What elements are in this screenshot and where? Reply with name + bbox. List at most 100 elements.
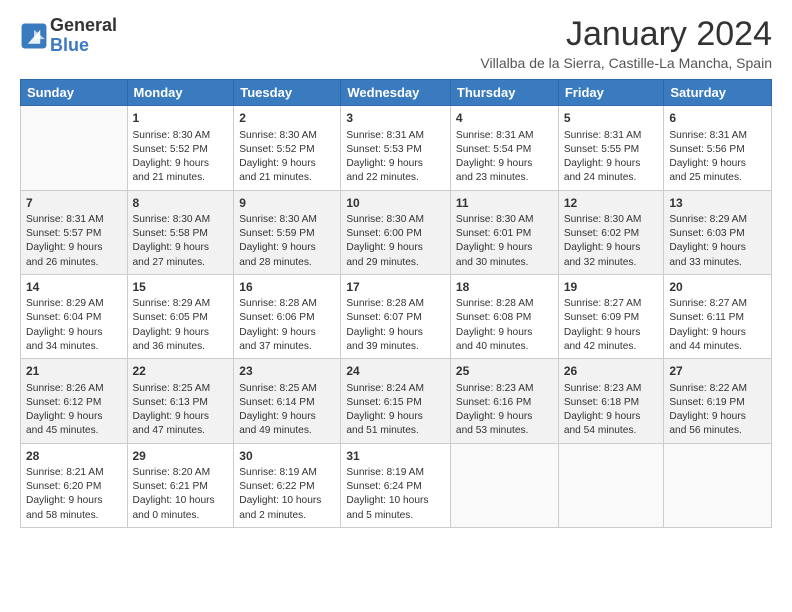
day-number: 12	[564, 195, 659, 211]
calendar-cell: 25 Sunrise: 8:23 AMSunset: 6:16 PMDayligh…	[450, 359, 558, 443]
calendar-cell: 20 Sunrise: 8:27 AMSunset: 6:11 PMDayligh…	[664, 275, 772, 359]
calendar-cell: 10 Sunrise: 8:30 AMSunset: 6:00 PMDayligh…	[341, 190, 451, 274]
day-info: Sunrise: 8:28 AMSunset: 6:07 PMDaylight:…	[346, 297, 445, 354]
day-number: 27	[669, 363, 766, 379]
day-number: 2	[239, 110, 335, 126]
day-info: Sunrise: 8:30 AMSunset: 5:59 PMDaylight:…	[239, 213, 335, 270]
calendar-week-row: 21 Sunrise: 8:26 AMSunset: 6:12 PMDayligh…	[21, 359, 772, 443]
day-info: Sunrise: 8:24 AMSunset: 6:15 PMDaylight:…	[346, 382, 445, 439]
weekday-header-friday: Friday	[558, 80, 664, 106]
calendar-cell: 8Sunrise: 8:30 AMSunset: 5:58 PMDaylight…	[127, 190, 234, 274]
calendar-week-row: 7 Sunrise: 8:31 AMSunset: 5:57 PMDaylight…	[21, 190, 772, 274]
calendar-cell: 1 Sunrise: 8:30 AMSunset: 5:52 PMDaylight…	[127, 106, 234, 190]
day-info: Sunrise: 8:25 AMSunset: 6:14 PMDaylight:…	[239, 382, 335, 439]
day-info: Sunrise: 8:30 AMSunset: 5:52 PMDaylight:…	[133, 129, 229, 186]
day-number: 10	[346, 195, 445, 211]
day-number: 4	[456, 110, 553, 126]
calendar-cell: 26 Sunrise: 8:23 AMSunset: 6:18 PMDayligh…	[558, 359, 664, 443]
title-block: January 2024 Villalba de la Sierra, Cast…	[480, 16, 772, 71]
day-number: 16	[239, 279, 335, 295]
day-number: 7	[26, 195, 122, 211]
day-info: Sunrise: 8:30 AMSunset: 5:52 PMDaylight:…	[239, 129, 335, 186]
day-number: 23	[239, 363, 335, 379]
day-number: 11	[456, 195, 553, 211]
calendar-cell: 2 Sunrise: 8:30 AMSunset: 5:52 PMDaylight…	[234, 106, 341, 190]
day-number: 26	[564, 363, 659, 379]
day-info: Sunrise: 8:21 AMSunset: 6:20 PMDaylight:…	[26, 466, 122, 523]
calendar-cell: 7 Sunrise: 8:31 AMSunset: 5:57 PMDaylight…	[21, 190, 128, 274]
day-info: Sunrise: 8:20 AMSunset: 6:21 PMDaylight:…	[133, 466, 229, 523]
day-number: 1	[133, 110, 229, 126]
day-number: 22	[133, 363, 229, 379]
day-info: Sunrise: 8:19 AMSunset: 6:22 PMDaylight:…	[239, 466, 335, 523]
header: General Blue January 2024 Villalba de la…	[20, 16, 772, 71]
day-info: Sunrise: 8:31 AMSunset: 5:54 PMDaylight:…	[456, 129, 553, 186]
day-info: Sunrise: 8:19 AMSunset: 6:24 PMDaylight:…	[346, 466, 445, 523]
logo: General Blue	[20, 16, 117, 56]
calendar-week-row: 14Sunrise: 8:29 AMSunset: 6:04 PMDayligh…	[21, 275, 772, 359]
day-number: 8	[133, 195, 229, 211]
calendar-cell: 4 Sunrise: 8:31 AMSunset: 5:54 PMDaylight…	[450, 106, 558, 190]
calendar-cell: 27 Sunrise: 8:22 AMSunset: 6:19 PMDayligh…	[664, 359, 772, 443]
calendar-cell: 29 Sunrise: 8:20 AMSunset: 6:21 PMDayligh…	[127, 443, 234, 527]
day-number: 29	[133, 448, 229, 464]
day-info: Sunrise: 8:31 AMSunset: 5:57 PMDaylight:…	[26, 213, 122, 270]
day-number: 6	[669, 110, 766, 126]
weekday-header-wednesday: Wednesday	[341, 80, 451, 106]
day-number: 13	[669, 195, 766, 211]
calendar-cell: 6 Sunrise: 8:31 AMSunset: 5:56 PMDaylight…	[664, 106, 772, 190]
day-info: Sunrise: 8:28 AMSunset: 6:08 PMDaylight:…	[456, 297, 553, 354]
day-info: Sunrise: 8:29 AMSunset: 6:03 PMDaylight:…	[669, 213, 766, 270]
calendar-cell: 11Sunrise: 8:30 AMSunset: 6:01 PMDayligh…	[450, 190, 558, 274]
calendar-cell: 16 Sunrise: 8:28 AMSunset: 6:06 PMDayligh…	[234, 275, 341, 359]
day-number: 31	[346, 448, 445, 464]
page: General Blue January 2024 Villalba de la…	[0, 0, 792, 548]
calendar-cell	[558, 443, 664, 527]
calendar-cell	[664, 443, 772, 527]
calendar-cell: 19Sunrise: 8:27 AMSunset: 6:09 PMDayligh…	[558, 275, 664, 359]
weekday-header-monday: Monday	[127, 80, 234, 106]
calendar-cell: 24 Sunrise: 8:24 AMSunset: 6:15 PMDayligh…	[341, 359, 451, 443]
day-info: Sunrise: 8:29 AMSunset: 6:04 PMDaylight:…	[26, 297, 122, 354]
calendar-cell: 9 Sunrise: 8:30 AMSunset: 5:59 PMDaylight…	[234, 190, 341, 274]
calendar-cell: 22 Sunrise: 8:25 AMSunset: 6:13 PMDayligh…	[127, 359, 234, 443]
weekday-header-tuesday: Tuesday	[234, 80, 341, 106]
calendar-cell: 12 Sunrise: 8:30 AMSunset: 6:02 PMDayligh…	[558, 190, 664, 274]
day-info: Sunrise: 8:26 AMSunset: 6:12 PMDaylight:…	[26, 382, 122, 439]
calendar: SundayMondayTuesdayWednesdayThursdayFrid…	[20, 79, 772, 528]
day-info: Sunrise: 8:25 AMSunset: 6:13 PMDaylight:…	[133, 382, 229, 439]
calendar-cell: 23 Sunrise: 8:25 AMSunset: 6:14 PMDayligh…	[234, 359, 341, 443]
logo-text: General Blue	[50, 16, 117, 56]
month-title: January 2024	[480, 16, 772, 53]
calendar-week-row: 1 Sunrise: 8:30 AMSunset: 5:52 PMDaylight…	[21, 106, 772, 190]
calendar-cell: 14Sunrise: 8:29 AMSunset: 6:04 PMDayligh…	[21, 275, 128, 359]
day-number: 28	[26, 448, 122, 464]
day-number: 24	[346, 363, 445, 379]
calendar-week-row: 28 Sunrise: 8:21 AMSunset: 6:20 PMDayligh…	[21, 443, 772, 527]
day-info: Sunrise: 8:30 AMSunset: 6:02 PMDaylight:…	[564, 213, 659, 270]
calendar-cell: 13 Sunrise: 8:29 AMSunset: 6:03 PMDayligh…	[664, 190, 772, 274]
day-info: Sunrise: 8:22 AMSunset: 6:19 PMDaylight:…	[669, 382, 766, 439]
day-info: Sunrise: 8:23 AMSunset: 6:18 PMDaylight:…	[564, 382, 659, 439]
day-info: Sunrise: 8:31 AMSunset: 5:56 PMDaylight:…	[669, 129, 766, 186]
day-info: Sunrise: 8:30 AMSunset: 6:00 PMDaylight:…	[346, 213, 445, 270]
day-info: Sunrise: 8:31 AMSunset: 5:53 PMDaylight:…	[346, 129, 445, 186]
day-number: 25	[456, 363, 553, 379]
day-info: Sunrise: 8:23 AMSunset: 6:16 PMDaylight:…	[456, 382, 553, 439]
day-number: 15	[133, 279, 229, 295]
day-number: 17	[346, 279, 445, 295]
day-number: 21	[26, 363, 122, 379]
calendar-cell: 28 Sunrise: 8:21 AMSunset: 6:20 PMDayligh…	[21, 443, 128, 527]
calendar-cell: 18Sunrise: 8:28 AMSunset: 6:08 PMDayligh…	[450, 275, 558, 359]
day-info: Sunrise: 8:28 AMSunset: 6:06 PMDaylight:…	[239, 297, 335, 354]
day-info: Sunrise: 8:31 AMSunset: 5:55 PMDaylight:…	[564, 129, 659, 186]
calendar-cell: 17 Sunrise: 8:28 AMSunset: 6:07 PMDayligh…	[341, 275, 451, 359]
weekday-header-saturday: Saturday	[664, 80, 772, 106]
day-info: Sunrise: 8:27 AMSunset: 6:11 PMDaylight:…	[669, 297, 766, 354]
day-number: 19	[564, 279, 659, 295]
day-number: 3	[346, 110, 445, 126]
calendar-cell	[21, 106, 128, 190]
day-number: 20	[669, 279, 766, 295]
calendar-cell: 31 Sunrise: 8:19 AMSunset: 6:24 PMDayligh…	[341, 443, 451, 527]
day-number: 9	[239, 195, 335, 211]
